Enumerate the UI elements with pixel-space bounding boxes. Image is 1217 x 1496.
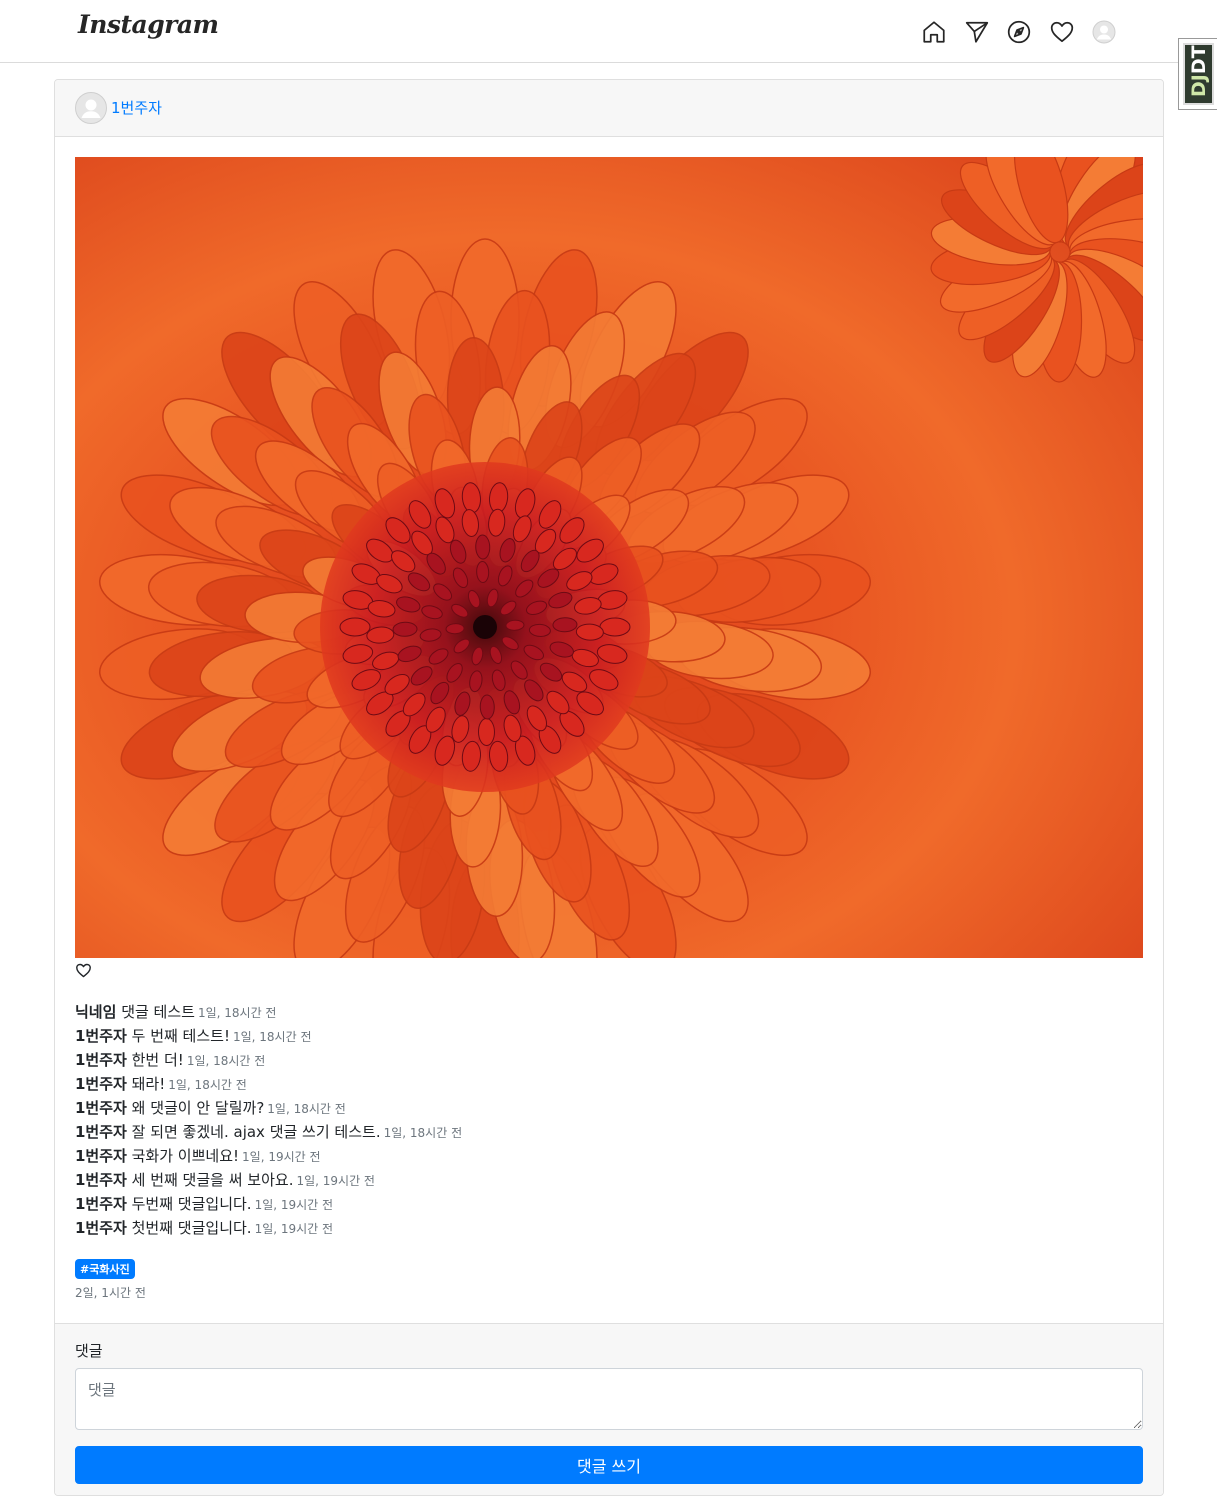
comment-item: 1번주자 세 번째 댓글을 써 보아요. 1일, 19시간 전 [75,1170,1075,1194]
comment-time: 1일, 18시간 전 [197,1006,277,1020]
nav-icons [918,16,1131,48]
comment-form: 댓글 댓글 쓰기 [55,1323,1163,1495]
comment-item: 1번주자 잘 되면 좋겠네. ajax 댓글 쓰기 테스트. 1일, 18시간 전 [75,1122,1075,1146]
comment-text: 왜 댓글이 안 달릴까? [131,1099,265,1117]
debug-toolbar-label-prefix: DJ [1188,74,1210,97]
author-name-link[interactable]: 1번주자 [111,97,162,118]
home-icon[interactable] [918,16,950,48]
debug-toolbar-label: DJDT [1188,45,1210,97]
comment-text: 첫번째 댓글입니다. [131,1219,252,1237]
comment-item: 닉네임 댓글 테스트 1일, 18시간 전 [75,1002,1075,1026]
comment-text: 국화가 이쁘네요! [131,1147,240,1165]
comment-author[interactable]: 1번주자 [75,1123,127,1141]
debug-toolbar-badge: DJDT [1183,43,1214,105]
comment-label: 댓글 [75,1342,103,1360]
instagram-logo[interactable]: Instagram [78,10,219,39]
profile-avatar-icon[interactable] [1088,16,1120,48]
explore-icon[interactable] [1003,16,1035,48]
comment-text: 세 번째 댓글을 써 보아요. [131,1171,294,1189]
comment-author[interactable]: 1번주자 [75,1051,127,1069]
comment-author[interactable]: 1번주자 [75,1219,127,1237]
comment-author[interactable]: 1번주자 [75,1027,127,1045]
comment-author[interactable]: 닉네임 [75,1003,116,1021]
comment-textarea[interactable] [75,1368,1143,1430]
send-icon[interactable] [961,16,993,48]
comment-time: 1일, 18시간 전 [232,1030,312,1044]
debug-toolbar-handle[interactable]: DJDT [1178,38,1217,110]
heart-icon[interactable] [1046,16,1078,48]
comment-text: 잘 되면 좋겠네. ajax 댓글 쓰기 테스트. [131,1123,381,1141]
flower-illustration [75,157,1143,958]
comment-item: 1번주자 왜 댓글이 안 달릴까? 1일, 18시간 전 [75,1098,1075,1122]
comment-text: 두 번째 테스트! [131,1027,230,1045]
comment-text: 한번 더! [131,1051,184,1069]
comment-item: 1번주자 두번째 댓글입니다. 1일, 19시간 전 [75,1194,1075,1218]
comment-text: 두번째 댓글입니다. [131,1195,252,1213]
comment-item: 1번주자 두 번째 테스트! 1일, 18시간 전 [75,1026,1075,1050]
hashtag-badge[interactable]: #국화사진 [75,1259,135,1279]
comment-time: 1일, 19시간 전 [242,1150,321,1164]
debug-toolbar-label-suffix: DT [1188,45,1210,75]
post-card: 1번주자 닉네임 댓글 테스트 1일, 18시간 전 1번주자 두 번째 테스트… [54,79,1164,1496]
comment-list: 닉네임 댓글 테스트 1일, 18시간 전 1번주자 두 번째 테스트! 1일, 18… [75,1002,1075,1242]
comment-author[interactable]: 1번주자 [75,1195,127,1213]
post-image [75,157,1143,958]
comment-time: 1일, 18시간 전 [383,1126,463,1140]
comment-item: 1번주자 국화가 이쁘네요! 1일, 19시간 전 [75,1146,1075,1170]
comment-item: 1번주자 첫번째 댓글입니다. 1일, 19시간 전 [75,1218,1075,1242]
post-header: 1번주자 [55,80,1163,137]
comment-time: 1일, 19시간 전 [296,1174,375,1188]
comment-time: 1일, 19시간 전 [254,1198,334,1212]
comment-time: 1일, 18시간 전 [267,1102,346,1116]
comment-item: 1번주자 한번 더! 1일, 18시간 전 [75,1050,1075,1074]
comment-text: 댓글 테스트 [121,1003,195,1021]
comment-time: 1일, 18시간 전 [186,1054,266,1068]
comment-item: 1번주자 돼라! 1일, 18시간 전 [75,1074,1075,1098]
comment-author[interactable]: 1번주자 [75,1075,127,1093]
comment-text: 돼라! [131,1075,166,1093]
comment-time: 1일, 19시간 전 [254,1222,334,1236]
top-navbar: Instagram [0,0,1217,63]
comment-author[interactable]: 1번주자 [75,1147,127,1165]
comment-author[interactable]: 1번주자 [75,1099,127,1117]
like-heart-icon[interactable] [75,962,92,979]
post-timestamp: 2일, 1시간 전 [75,1286,146,1300]
comment-time: 1일, 18시간 전 [168,1078,247,1092]
submit-comment-button[interactable]: 댓글 쓰기 [75,1446,1143,1484]
author-avatar[interactable] [75,92,107,124]
comment-author[interactable]: 1번주자 [75,1171,127,1189]
